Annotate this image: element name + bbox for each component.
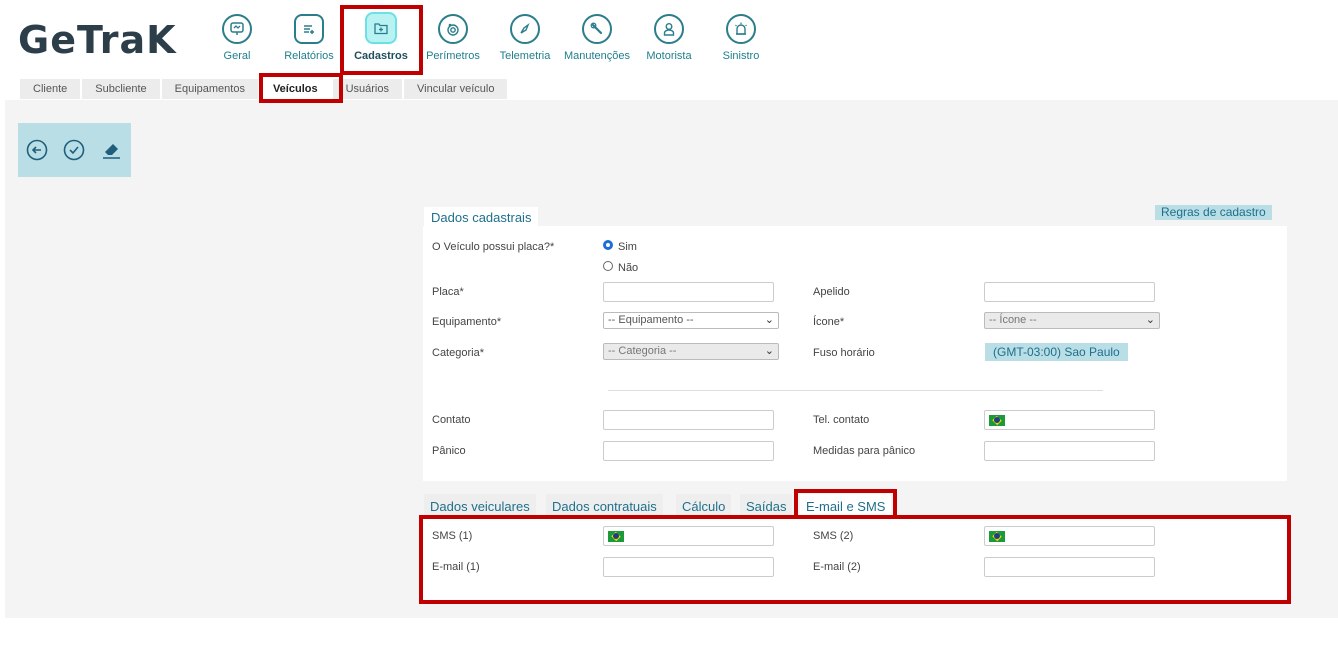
categoria-label: Categoria* bbox=[432, 347, 484, 359]
equipamento-value: -- Equipamento -- bbox=[608, 314, 694, 326]
wrench-icon bbox=[582, 14, 612, 44]
arrow-left-icon bbox=[26, 139, 48, 161]
divider bbox=[608, 390, 1103, 391]
nav-label: Manutenções bbox=[563, 50, 631, 62]
tel-contato-input[interactable] bbox=[984, 410, 1155, 430]
icone-label: Ícone* bbox=[813, 316, 845, 328]
fuso-label: Fuso horário bbox=[813, 347, 875, 359]
nav-geral[interactable]: Geral bbox=[202, 12, 272, 62]
categoria-select[interactable]: -- Categoria -- ⌄ bbox=[603, 343, 779, 360]
nav-label: Geral bbox=[223, 50, 251, 62]
chevron-down-icon: ⌄ bbox=[764, 314, 774, 326]
placa-label: Placa* bbox=[432, 286, 464, 298]
report-icon bbox=[294, 14, 324, 44]
siren-icon bbox=[726, 14, 756, 44]
highlight-veiculos bbox=[259, 73, 343, 103]
highlight-email-sms-panel bbox=[419, 515, 1291, 604]
medidas-panico-input[interactable] bbox=[984, 441, 1155, 461]
back-button[interactable] bbox=[26, 139, 48, 161]
driver-icon bbox=[654, 14, 684, 44]
nav-label: Telemetria bbox=[499, 50, 551, 62]
brazil-flag-icon[interactable] bbox=[989, 415, 1005, 426]
equipamento-label: Equipamento* bbox=[432, 316, 502, 328]
chevron-down-icon: ⌄ bbox=[764, 345, 774, 357]
radio-sim-label: Sim bbox=[618, 241, 637, 253]
nav-label: Motorista bbox=[646, 50, 692, 62]
panico-input[interactable] bbox=[603, 441, 774, 461]
nav-manutencoes[interactable]: Manutenções bbox=[562, 12, 632, 62]
check-icon bbox=[63, 139, 85, 161]
nav-label: Sinistro bbox=[722, 50, 760, 62]
placa-question-label: O Veículo possui placa?* bbox=[432, 241, 555, 253]
icone-select[interactable]: -- Ícone -- ⌄ bbox=[984, 312, 1160, 329]
panico-label: Pânico bbox=[432, 445, 466, 457]
chevron-down-icon: ⌄ bbox=[1145, 314, 1155, 326]
categoria-value: -- Categoria -- bbox=[608, 345, 677, 357]
apelido-input[interactable] bbox=[984, 282, 1155, 302]
clear-button[interactable] bbox=[100, 139, 122, 161]
equipamento-select[interactable]: -- Equipamento -- ⌄ bbox=[603, 312, 779, 329]
radio-nao-label: Não bbox=[618, 262, 639, 274]
contato-label: Contato bbox=[432, 414, 471, 426]
getrak-logo: GeTraK bbox=[18, 18, 177, 62]
fuso-horario-value[interactable]: (GMT-03:00) Sao Paulo bbox=[985, 343, 1128, 361]
monitor-icon bbox=[222, 14, 252, 44]
nav-label: Perímetros bbox=[426, 50, 480, 62]
radio-nao[interactable] bbox=[603, 261, 613, 271]
nav-relatorios[interactable]: Relatórios bbox=[274, 12, 344, 62]
action-toolbar bbox=[18, 123, 131, 177]
target-icon bbox=[438, 14, 468, 44]
tab-equipamentos[interactable]: Equipamentos bbox=[161, 79, 258, 99]
medidas-panico-label: Medidas para pânico bbox=[813, 445, 916, 457]
tab-cliente[interactable]: Cliente bbox=[20, 79, 81, 99]
nav-telemetria[interactable]: Telemetria bbox=[490, 12, 560, 62]
nav-label: Relatórios bbox=[284, 50, 334, 62]
nav-perimetros[interactable]: Perímetros bbox=[418, 12, 488, 62]
regras-cadastro-button[interactable]: Regras de cadastro bbox=[1155, 205, 1272, 220]
save-button[interactable] bbox=[63, 139, 85, 161]
icone-value: -- Ícone -- bbox=[989, 314, 1037, 326]
radio-sim[interactable] bbox=[603, 240, 613, 250]
nav-motorista[interactable]: Motorista bbox=[634, 12, 704, 62]
tab-subcliente[interactable]: Subcliente bbox=[82, 79, 160, 99]
placa-input[interactable] bbox=[603, 282, 774, 302]
tab-vincular-veiculo[interactable]: Vincular veículo bbox=[404, 79, 508, 99]
highlight-cadastros bbox=[340, 5, 423, 75]
nav-sinistro[interactable]: Sinistro bbox=[706, 12, 776, 62]
tel-contato-label: Tel. contato bbox=[813, 414, 870, 426]
compass-icon bbox=[510, 14, 540, 44]
tab-usuarios[interactable]: Usuários bbox=[332, 79, 402, 99]
apelido-label: Apelido bbox=[813, 286, 850, 298]
contato-input[interactable] bbox=[603, 410, 774, 430]
tab-dados-cadastrais[interactable]: Dados cadastrais bbox=[424, 207, 539, 228]
eraser-icon bbox=[103, 144, 120, 159]
